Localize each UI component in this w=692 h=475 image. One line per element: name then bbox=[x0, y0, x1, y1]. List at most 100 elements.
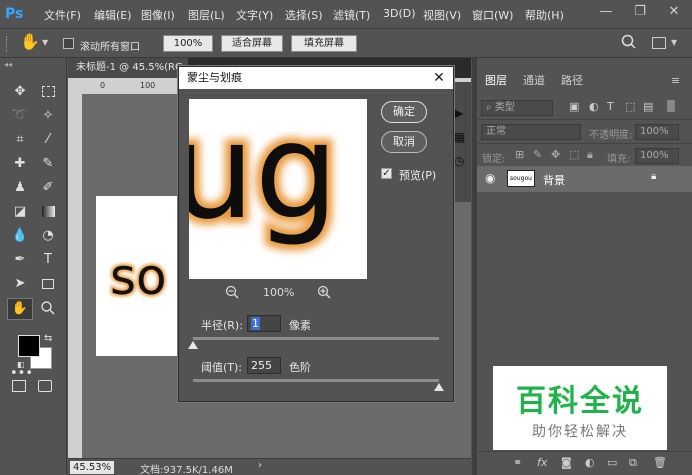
chevron-down-icon[interactable]: ▼ bbox=[671, 38, 677, 47]
adjustment-layer-icon[interactable]: ◐ bbox=[585, 456, 595, 469]
filter-toggle-icon[interactable] bbox=[667, 100, 675, 112]
chevron-right-icon[interactable]: › bbox=[258, 460, 262, 471]
screen-mode-icon[interactable] bbox=[12, 380, 26, 392]
new-group-icon[interactable]: ▭ bbox=[607, 456, 617, 469]
tab-paths[interactable]: 路径 bbox=[555, 70, 589, 92]
menu-help[interactable]: 帮助(H) bbox=[525, 7, 564, 23]
workspace-icon[interactable] bbox=[652, 37, 666, 49]
zoom-in-icon[interactable] bbox=[317, 285, 331, 299]
tab-channels[interactable]: 通道 bbox=[517, 70, 551, 92]
menu-image[interactable]: 图像(I) bbox=[141, 7, 175, 23]
radius-slider-track[interactable] bbox=[193, 337, 439, 340]
search-icon[interactable] bbox=[620, 33, 638, 51]
history-icon[interactable]: ◷ bbox=[454, 154, 464, 168]
default-colors-icon[interactable]: ◧ bbox=[17, 360, 25, 369]
dodge-tool-icon[interactable]: ◔ bbox=[38, 226, 58, 246]
fit-screen-button[interactable]: 适合屏幕 bbox=[221, 35, 283, 52]
radius-slider-thumb[interactable] bbox=[188, 341, 198, 349]
type-filter-icon[interactable]: T bbox=[607, 100, 614, 113]
eraser-icon[interactable]: ◪ bbox=[10, 202, 30, 222]
tab-layers[interactable]: 图层 bbox=[479, 70, 513, 92]
eyedropper-icon[interactable]: ⁄ bbox=[38, 130, 58, 150]
delete-layer-icon[interactable]: 🗑︎ bbox=[653, 456, 667, 469]
radius-input[interactable]: 1 bbox=[247, 315, 281, 332]
add-mask-icon[interactable]: ◙ bbox=[561, 456, 572, 469]
fill-screen-button[interactable]: 填充屏幕 bbox=[291, 35, 357, 52]
scroll-all-checkbox[interactable] bbox=[63, 38, 74, 49]
magic-wand-icon[interactable]: ✧ bbox=[38, 106, 58, 126]
minimize-icon[interactable]: — bbox=[594, 3, 618, 21]
hand-tool-active-icon[interactable]: ✋ bbox=[7, 298, 33, 320]
brush-tool-icon[interactable]: ✎ bbox=[38, 154, 58, 174]
path-selection-icon[interactable]: ➤ bbox=[10, 274, 30, 294]
grid-icon[interactable]: ▦ bbox=[454, 130, 465, 144]
type-tool-icon[interactable]: T bbox=[38, 250, 58, 270]
panel-menu-icon[interactable]: ≡ bbox=[671, 74, 680, 87]
lock-position-icon[interactable]: ✥ bbox=[551, 148, 560, 161]
menu-select[interactable]: 选择(S) bbox=[285, 7, 323, 23]
menu-view[interactable]: 视图(V) bbox=[423, 7, 461, 23]
lock-transparent-icon[interactable]: ⊞ bbox=[515, 148, 524, 161]
opacity-field[interactable]: 100% bbox=[635, 124, 679, 140]
layer-row-background[interactable]: ◉ sougou 背景 🔒︎ bbox=[477, 166, 692, 192]
status-zoom[interactable]: 45.53% bbox=[70, 461, 115, 474]
menu-layer[interactable]: 图层(L) bbox=[188, 7, 225, 23]
threshold-slider-track[interactable] bbox=[193, 379, 439, 382]
collapse-arrows-icon[interactable]: ◂◂ bbox=[4, 60, 12, 69]
menu-type[interactable]: 文字(Y) bbox=[236, 7, 273, 23]
dialog-title[interactable]: 蒙尘与划痕 bbox=[179, 67, 453, 89]
filter-preview[interactable]: ug ug bbox=[189, 99, 367, 279]
threshold-slider-thumb[interactable] bbox=[434, 383, 444, 391]
menu-window[interactable]: 窗口(W) bbox=[472, 7, 513, 23]
lasso-tool-icon[interactable]: ➰ bbox=[10, 106, 30, 126]
cancel-button[interactable]: 取消 bbox=[381, 131, 427, 153]
restore-icon[interactable]: ❐ bbox=[628, 3, 652, 21]
document-tab[interactable]: 未标题-1 @ 45.5%(RG bbox=[68, 58, 188, 78]
healing-brush-icon[interactable]: ✚ bbox=[10, 154, 30, 174]
move-tool-icon[interactable]: ✥ bbox=[10, 82, 30, 102]
radius-unit: 像素 bbox=[289, 319, 311, 332]
swap-colors-icon[interactable]: ⇆ bbox=[44, 333, 52, 344]
blend-row: 正常 不透明度: 100% bbox=[477, 120, 692, 144]
lock-all-icon[interactable]: 🔒︎ bbox=[587, 148, 593, 162]
close-window-icon[interactable]: ✕ bbox=[662, 3, 686, 21]
filter-kind-select[interactable]: ⌕ 类型 bbox=[481, 100, 553, 116]
fx-icon[interactable]: fx bbox=[537, 456, 547, 469]
foreground-color-swatch[interactable] bbox=[18, 335, 40, 357]
clone-stamp-icon[interactable]: ♟ bbox=[10, 178, 30, 198]
close-icon[interactable]: ✕ bbox=[431, 67, 447, 89]
chevron-down-icon[interactable]: ▼ bbox=[42, 38, 48, 47]
zoom-out-icon[interactable] bbox=[225, 285, 239, 299]
pixel-filter-icon[interactable]: ▣ bbox=[569, 100, 579, 113]
pen-tool-icon[interactable]: ✒ bbox=[10, 250, 30, 270]
document-canvas[interactable]: so so bbox=[96, 196, 186, 356]
smart-filter-icon[interactable]: ▤ bbox=[643, 100, 653, 113]
preview-checkbox[interactable]: ✓ bbox=[381, 168, 392, 179]
crop-tool-icon[interactable]: ⌗ bbox=[10, 130, 30, 150]
zoom-tool-icon[interactable] bbox=[38, 298, 58, 318]
gradient-icon[interactable] bbox=[38, 202, 58, 222]
menu-3d[interactable]: 3D(D) bbox=[383, 7, 416, 20]
fill-field[interactable]: 100% bbox=[635, 148, 679, 164]
adjust-filter-icon[interactable]: ◐ bbox=[589, 100, 599, 113]
lock-pixels-icon[interactable]: ✎ bbox=[533, 148, 542, 161]
blend-mode-select[interactable]: 正常 bbox=[481, 124, 581, 140]
history-brush-icon[interactable]: ✐ bbox=[38, 178, 58, 198]
quick-mask-icon[interactable] bbox=[38, 380, 52, 392]
ok-button[interactable]: 确定 bbox=[381, 101, 427, 123]
eye-icon[interactable]: ◉ bbox=[485, 171, 495, 185]
play-icon[interactable]: ▶ bbox=[454, 106, 463, 120]
menu-edit[interactable]: 编辑(E) bbox=[94, 7, 132, 23]
threshold-input[interactable]: 255 bbox=[247, 357, 281, 374]
menu-file[interactable]: 文件(F) bbox=[44, 7, 81, 23]
blur-tool-icon[interactable]: 💧 bbox=[10, 226, 30, 246]
shape-filter-icon[interactable]: ⬚ bbox=[625, 100, 635, 113]
lock-artboard-icon[interactable]: ⬚ bbox=[569, 148, 579, 161]
menu-filter[interactable]: 滤镜(T) bbox=[333, 7, 370, 23]
zoom-100-button[interactable]: 100% bbox=[163, 35, 213, 52]
new-layer-icon[interactable]: ⧉ bbox=[629, 456, 637, 470]
link-layers-icon[interactable]: ⚭ bbox=[513, 456, 522, 469]
rectangle-tool-icon[interactable] bbox=[38, 274, 58, 294]
marquee-tool-icon[interactable] bbox=[38, 82, 58, 102]
hand-tool-icon[interactable]: ✋ bbox=[20, 32, 40, 51]
